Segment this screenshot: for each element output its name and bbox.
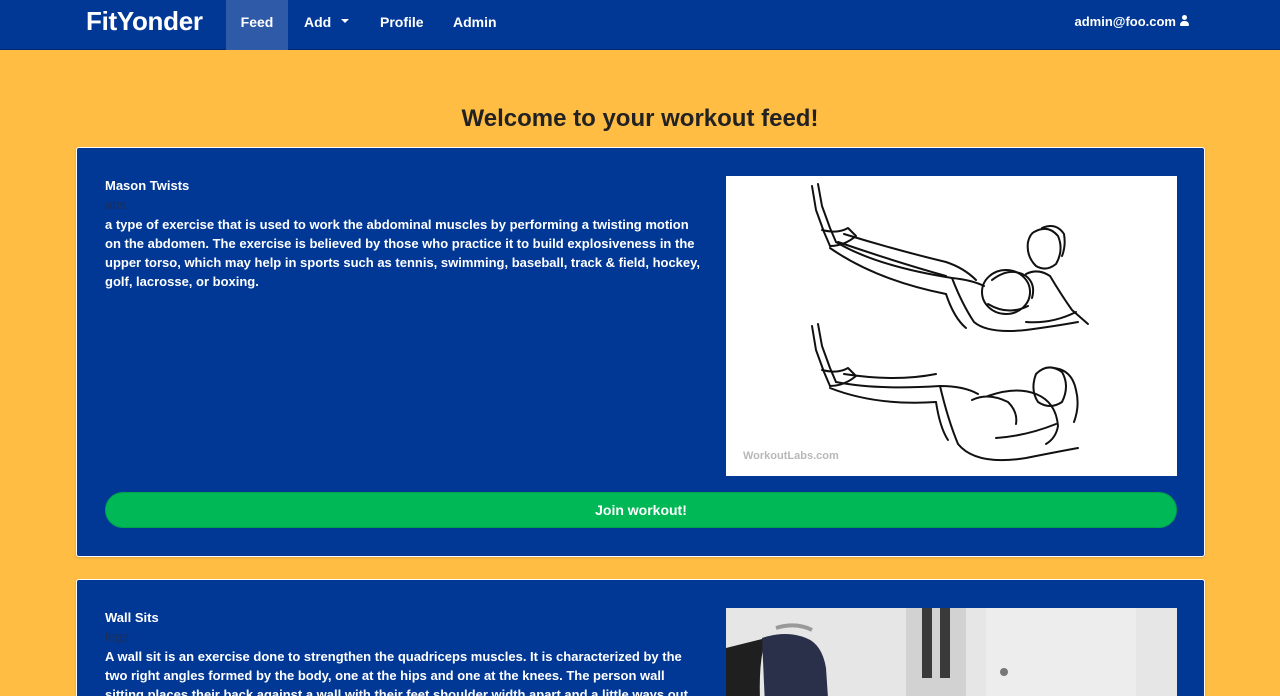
workout-card: Wall Sits legs A wall sit is an exercise…: [76, 579, 1205, 696]
top-navbar: FitYonder Feed Add Profile Admin admin@f…: [0, 0, 1280, 50]
user-icon: [1180, 15, 1189, 27]
caret-down-icon: [341, 19, 350, 24]
join-workout-button[interactable]: Join workout!: [105, 492, 1177, 528]
brand-logo[interactable]: FitYonder: [86, 5, 203, 37]
workout-image: WorkoutLabs.com: [726, 176, 1177, 476]
mason-twist-illustration: [811, 183, 1089, 462]
nav-admin[interactable]: Admin: [453, 0, 497, 50]
workout-title: Wall Sits: [105, 610, 159, 625]
nav-feed[interactable]: Feed: [226, 0, 288, 50]
workout-image: [726, 608, 1177, 696]
nav-add-label: Add: [304, 14, 332, 30]
page-title: Welcome to your workout feed!: [461, 105, 819, 132]
workout-card: Mason Twists abs a type of exercise that…: [76, 147, 1205, 557]
workout-category: abs: [105, 197, 126, 212]
nav-add-dropdown[interactable]: Add: [304, 0, 356, 50]
user-email: admin@foo.com: [1074, 14, 1176, 29]
workout-description: A wall sit is an exercise done to streng…: [105, 649, 688, 696]
workout-description: a type of exercise that is used to work …: [105, 217, 701, 289]
workout-category: legs: [105, 629, 129, 644]
nav-profile[interactable]: Profile: [380, 0, 424, 50]
image-watermark: WorkoutLabs.com: [743, 450, 839, 462]
workout-title: Mason Twists: [105, 178, 190, 193]
wall-sit-photo: [726, 608, 1177, 696]
nav-user-menu[interactable]: admin@foo.com: [1074, 0, 1189, 50]
